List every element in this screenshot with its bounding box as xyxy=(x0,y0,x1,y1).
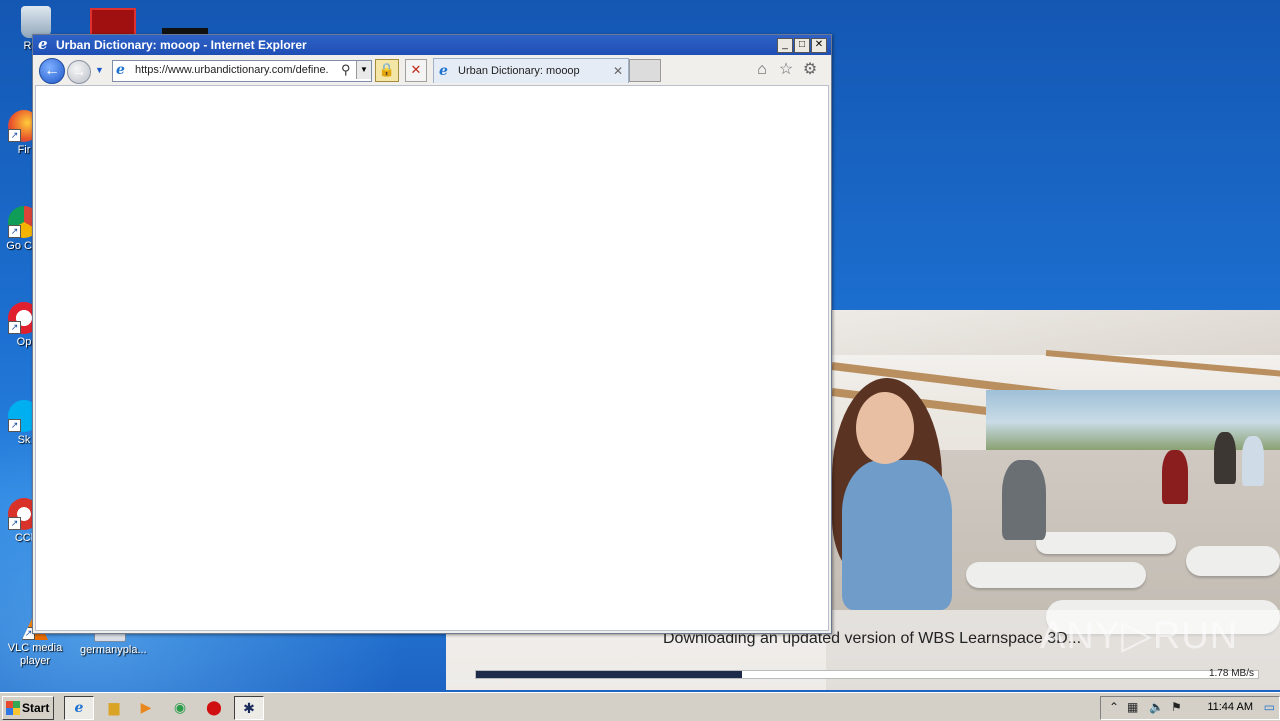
woman-figure-shirt xyxy=(842,460,952,610)
network-icon[interactable]: ▦ xyxy=(1127,700,1138,714)
folder-icon: ▆ xyxy=(108,699,120,715)
clock[interactable]: 11:44 AM xyxy=(1207,701,1253,713)
taskbar: Start e ▆ ▶ ◉ ⬤ ✱ ⌃ ▦ 🔈 ⚑ 11:44 AM ▭ xyxy=(0,692,1280,721)
download-progress-bar xyxy=(475,670,1259,679)
lock-icon: 🔒 xyxy=(378,62,396,77)
maximize-button[interactable]: □ xyxy=(794,38,810,53)
arrow-left-icon: ← xyxy=(44,62,60,79)
ie-logo-icon: e xyxy=(38,35,48,53)
action-center-flag-icon[interactable]: ⚑ xyxy=(1171,700,1182,714)
taskbar-wbs-learnspace[interactable]: ✱ xyxy=(234,696,264,720)
back-button[interactable]: ← xyxy=(39,58,65,84)
window-titlebar[interactable]: e Urban Dictionary: mooop - Internet Exp… xyxy=(33,35,831,55)
woman-figure-face xyxy=(856,392,914,464)
person-figure xyxy=(1242,436,1264,486)
ie-icon: e xyxy=(74,700,84,716)
play-triangle-icon: ▷ xyxy=(1121,613,1153,657)
volume-icon[interactable]: 🔈 xyxy=(1149,700,1164,714)
download-speed: 1.78 MB/s xyxy=(1208,668,1254,679)
opera-icon: ⬤ xyxy=(206,699,222,715)
search-icon[interactable]: ⚲ xyxy=(341,62,355,78)
browser-toolbar: ← → ▼ e https://www.urbandictionary.com/… xyxy=(33,55,831,85)
new-tab-button[interactable] xyxy=(629,59,661,82)
page-content[interactable] xyxy=(35,85,829,631)
tab-urban-dictionary[interactable]: e Urban Dictionary: mooop ✕ xyxy=(433,58,629,83)
person-figure xyxy=(1162,450,1188,504)
internet-explorer-window[interactable]: e Urban Dictionary: mooop - Internet Exp… xyxy=(32,34,832,634)
anyrun-watermark: ANY▷RUN xyxy=(1040,612,1238,658)
taskbar-chrome[interactable]: ◉ xyxy=(166,696,194,718)
favorites-star-icon[interactable]: ☆ xyxy=(777,61,795,79)
seat-step xyxy=(966,562,1146,588)
security-lock-button[interactable]: 🔒 xyxy=(375,59,399,82)
seat-step xyxy=(1036,532,1176,554)
desktop-icon-label: germanypla... xyxy=(80,644,147,656)
address-url[interactable]: https://www.urbandictionary.com/define. xyxy=(135,64,341,76)
learnspace-icon: ✱ xyxy=(243,700,255,716)
chevron-down-icon: ▼ xyxy=(95,65,104,75)
page-icon: e xyxy=(439,63,448,79)
person-figure xyxy=(1002,460,1046,540)
tab-close-icon[interactable]: ✕ xyxy=(613,64,623,78)
media-player-icon: ▶ xyxy=(140,699,152,715)
home-icon[interactable]: ⌂ xyxy=(753,61,771,79)
chrome-icon: ◉ xyxy=(173,699,187,715)
show-hidden-icons-chevron-icon[interactable]: ⌃ xyxy=(1109,700,1119,714)
recent-pages-dropdown[interactable]: ▼ xyxy=(95,65,105,75)
window-title: Urban Dictionary: mooop - Internet Explo… xyxy=(56,38,307,52)
taskbar-file-explorer[interactable]: ▆ xyxy=(100,696,128,718)
gear-icon[interactable]: ⚙ xyxy=(801,61,819,79)
person-figure xyxy=(1214,432,1236,484)
taskbar-media-player[interactable]: ▶ xyxy=(132,696,160,718)
tab-label: Urban Dictionary: mooop xyxy=(458,65,580,77)
desktop-icon-label: VLC media player xyxy=(7,642,63,667)
arrow-right-icon: → xyxy=(72,63,86,79)
system-tray: ⌃ ▦ 🔈 ⚑ 11:44 AM ▭ xyxy=(1100,696,1280,720)
address-bar[interactable]: e https://www.urbandictionary.com/define… xyxy=(112,60,372,82)
download-progress-fill xyxy=(476,671,742,678)
address-dropdown-button[interactable]: ▼ xyxy=(356,61,371,79)
taskbar-opera[interactable]: ⬤ xyxy=(200,696,228,718)
watermark-right-text: RUN xyxy=(1152,615,1239,657)
forward-button[interactable]: → xyxy=(67,60,91,84)
watermark-left-text: ANY xyxy=(1040,615,1122,657)
start-button[interactable]: Start xyxy=(2,696,54,720)
start-label: Start xyxy=(22,701,50,715)
page-icon: e xyxy=(116,62,125,78)
seat-step xyxy=(1186,546,1280,576)
minimize-button[interactable]: _ xyxy=(777,38,793,53)
stop-button[interactable]: ✕ xyxy=(405,59,427,82)
close-button[interactable]: ✕ xyxy=(811,38,827,53)
close-icon: ✕ xyxy=(410,62,422,77)
windows-logo-icon xyxy=(6,701,20,715)
chevron-down-icon: ▼ xyxy=(360,65,368,74)
taskbar-internet-explorer[interactable]: e xyxy=(64,696,94,720)
show-desktop-icon[interactable]: ▭ xyxy=(1264,700,1275,714)
